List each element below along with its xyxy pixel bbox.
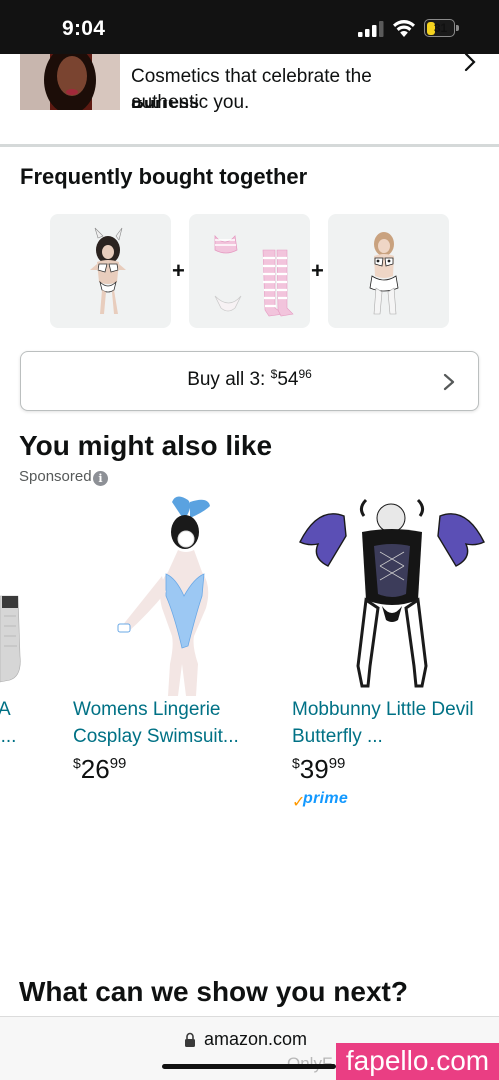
brand-promo[interactable]: Burress Cosmetics that celebrate the aut… [0,54,499,144]
product-title-womens-lingerie[interactable]: Womens Lingerie Cosplay Swimsuit... [73,696,283,750]
home-indicator[interactable] [162,1064,336,1069]
product-image-devil-butterfly[interactable] [298,496,488,696]
battery-level: 31 [433,21,448,35]
sponsored-label: Sponsored [19,468,92,485]
fbt-title: Frequently bought together [20,164,308,189]
striped-bikini-image [214,234,294,317]
costume-outfit-image [369,232,399,315]
buy-all-label: Buy all 3: $5496 [187,367,312,390]
next-section-title: What can we show you next? [19,976,408,1007]
product-price-mobbunny-devil: $3999 [292,754,346,784]
battery-icon: 31 [424,19,460,37]
brand-description: Cosmetics that celebrate the authentic y… [131,66,372,113]
info-icon[interactable]: i [93,471,108,486]
product-title-mobbunny-devil[interactable]: Mobbunny Little Devil Butterfly ... [292,696,499,750]
brand-thumbnail-image[interactable] [20,54,120,110]
ymal-title: You might also like [19,430,273,461]
costume-outfit-image [90,227,126,314]
lock-icon [185,1032,195,1047]
status-time: 9:04 [62,17,106,40]
fbt-item-1[interactable] [50,214,171,328]
url-text[interactable]: amazon.com [204,1029,307,1050]
product-image-blue-bunny-swimsuit[interactable] [98,496,244,696]
fbt-item-3[interactable] [328,214,449,328]
fbt-item-2[interactable] [189,214,310,328]
chevron-right-icon[interactable] [460,54,480,74]
chevron-right-icon [443,373,455,391]
section-divider [0,144,499,147]
watermark-badge: fapello.com [336,1043,499,1080]
product-image-stocking[interactable] [0,496,32,696]
prime-badge: ✓ prime [292,790,352,811]
wifi-icon [393,20,415,37]
plus-sign: + [172,258,185,283]
product-title-partial[interactable]: A n... [0,696,28,750]
plus-sign: + [311,258,324,283]
prime-label: prime [303,790,349,807]
status-bar: 9:04 31 [0,0,499,54]
buy-all-button[interactable]: Buy all 3: $5496 [20,351,479,411]
product-price-womens-lingerie: $2699 [73,754,127,784]
cellular-signal-icon [358,21,384,37]
